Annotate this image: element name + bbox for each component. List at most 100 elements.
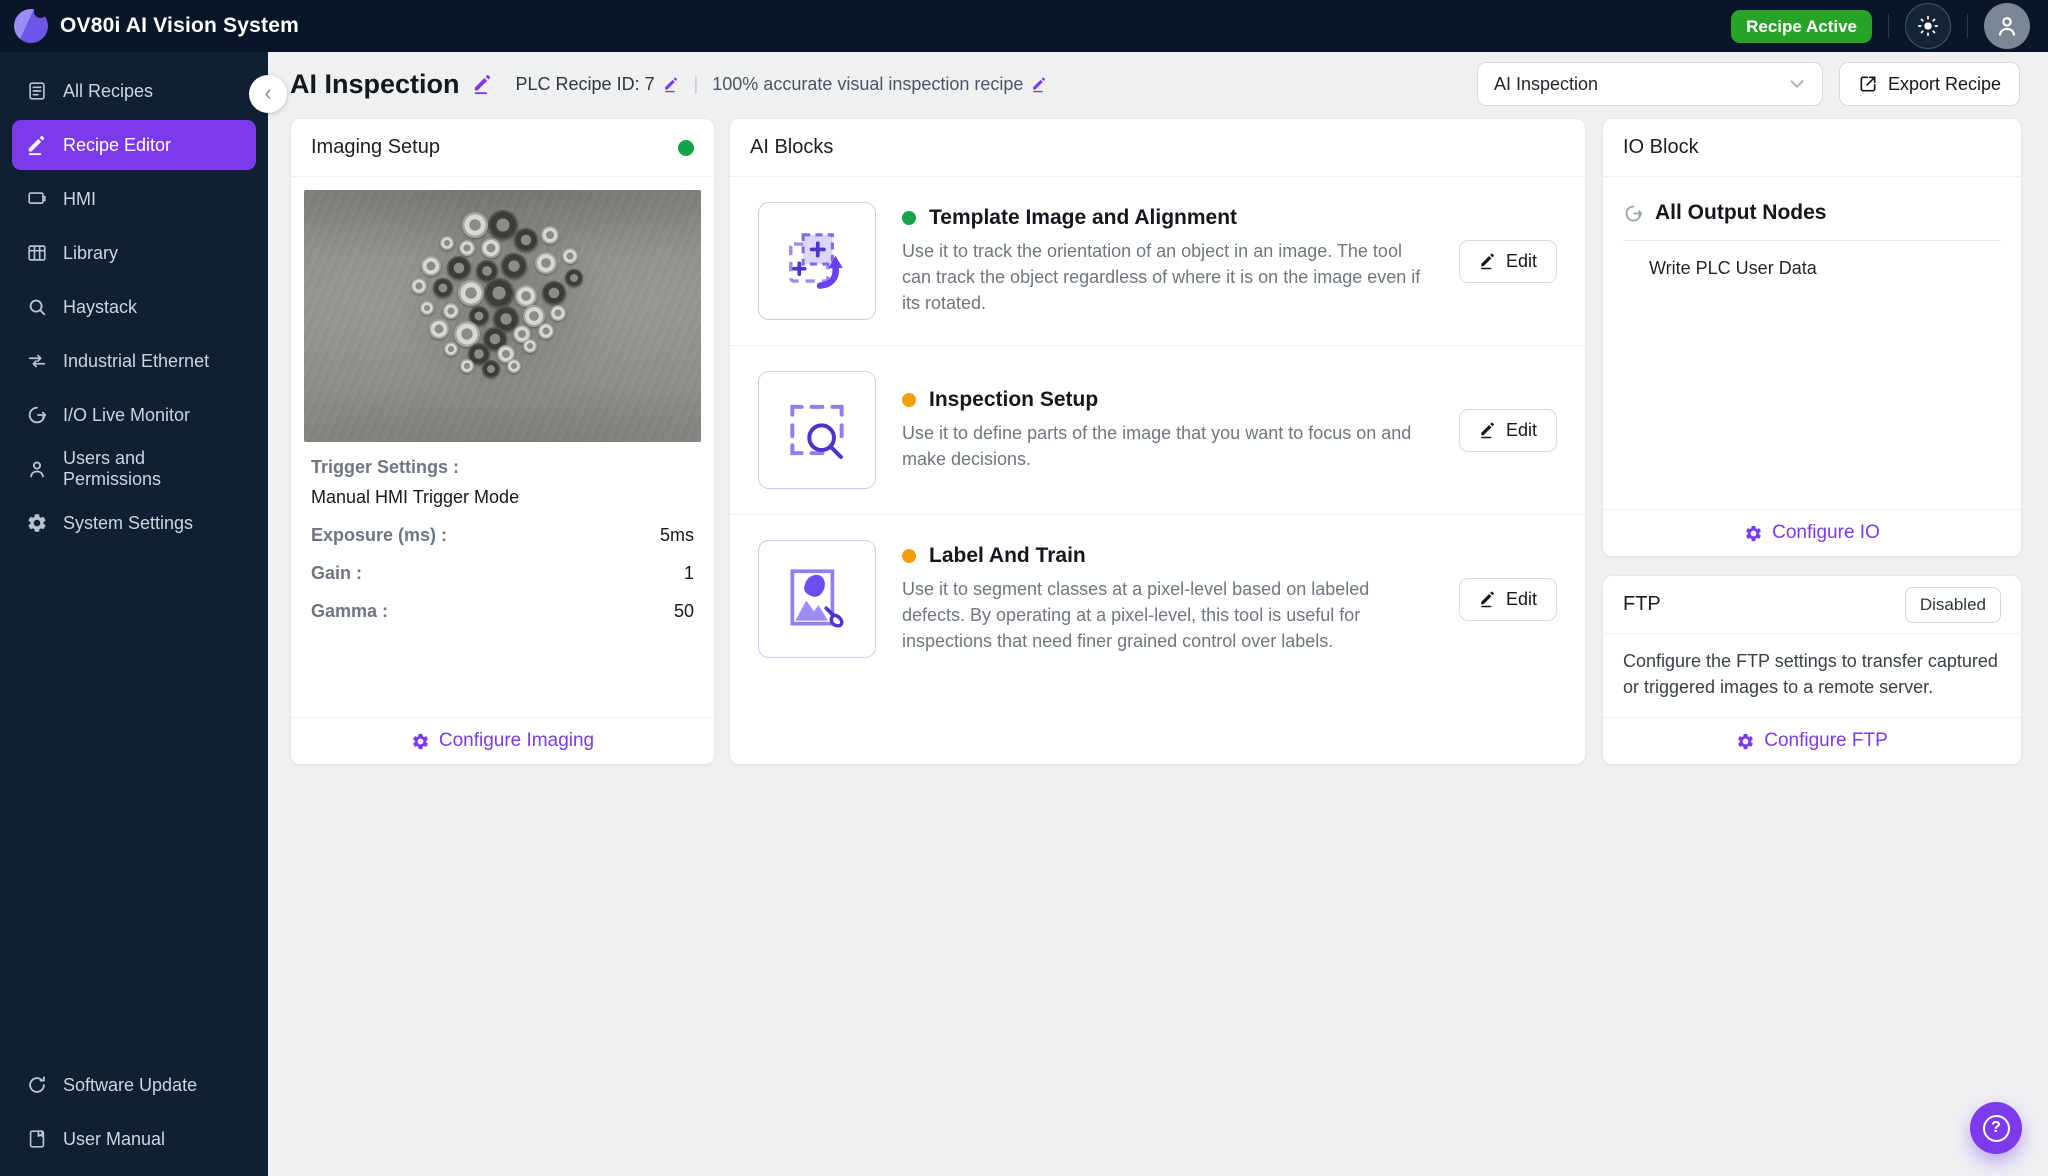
export-recipe-button[interactable]: Export Recipe: [1838, 62, 2020, 106]
metal-ring: [515, 284, 538, 307]
io-card-footer: Configure IO: [1603, 509, 2021, 556]
exposure-value: 5ms: [659, 525, 694, 545]
metal-ring: [480, 237, 501, 258]
sidebar-item-haystack[interactable]: Haystack: [12, 282, 256, 332]
io-card-header: IO Block: [1603, 119, 2021, 177]
block-status-dot: [902, 210, 916, 225]
sidebar-item-label: Haystack: [63, 296, 138, 317]
sidebar-item-label: Library: [63, 242, 119, 263]
edit-template-alignment-button[interactable]: Edit: [1458, 239, 1557, 283]
imaging-card-header: Imaging Setup: [291, 119, 714, 177]
recipe-select[interactable]: AI Inspection: [1476, 62, 1823, 106]
edit-plc-id-button[interactable]: [663, 76, 680, 93]
block-status-dot: [902, 548, 916, 563]
sidebar-item-industrial-ethernet[interactable]: Industrial Ethernet: [12, 336, 256, 386]
metal-ring: [459, 359, 474, 374]
all-output-nodes-title: All Output Nodes: [1655, 201, 1827, 224]
configure-imaging-button[interactable]: Configure Imaging: [411, 730, 594, 752]
metal-ring: [443, 341, 458, 356]
block-title-row: Template Image and Alignment: [902, 206, 1433, 230]
template-alignment-icon: [758, 202, 876, 320]
edit-inspection-setup-button[interactable]: Edit: [1458, 408, 1557, 452]
block-title: Label And Train: [929, 543, 1086, 567]
export-recipe-label: Export Recipe: [1887, 73, 2001, 94]
metal-ring: [538, 323, 555, 340]
block-description: Use it to track the orientation of an ob…: [902, 240, 1421, 314]
metal-ring: [541, 226, 560, 245]
gamma-value: 50: [673, 601, 694, 621]
pencil-icon: [1479, 421, 1497, 439]
sidebar-item-io-live-monitor[interactable]: I/O Live Monitor: [12, 390, 256, 440]
sidebar-item-all-recipes[interactable]: All Recipes: [12, 66, 256, 116]
gear-icon: [1744, 524, 1763, 543]
grid-icon: [26, 242, 48, 264]
user-avatar[interactable]: [1984, 3, 2030, 49]
ftp-status-badge: Disabled: [1904, 586, 2001, 623]
sidebar-item-system-settings[interactable]: System Settings: [12, 498, 256, 548]
output-nodes-icon: [1623, 203, 1644, 224]
all-output-nodes-group: All Output Nodes: [1623, 201, 2001, 225]
configure-ftp-label: Configure FTP: [1764, 730, 1888, 751]
edit-label-and-train-button[interactable]: Edit: [1458, 577, 1557, 621]
sidebar-item-software-update[interactable]: Software Update: [12, 1060, 256, 1110]
app-title: OV80i AI Vision System: [60, 14, 299, 37]
sidebar-collapse-button[interactable]: ‹: [249, 75, 287, 113]
sidebar-item-label: I/O Live Monitor: [63, 404, 191, 425]
block-text: Template Image and Alignment Use it to t…: [902, 206, 1433, 316]
sidebar-item-library[interactable]: Library: [12, 228, 256, 278]
help-button[interactable]: ?: [1970, 1102, 2022, 1154]
block-title-row: Inspection Setup: [902, 388, 1433, 412]
pencil-icon: [663, 76, 680, 93]
question-icon: ?: [1982, 1114, 2010, 1142]
app-root: OV80i AI Vision System Recipe Active All…: [0, 0, 2048, 1176]
metal-ring: [461, 212, 488, 239]
ftp-description: Configure the FTP settings to transfer c…: [1623, 651, 1998, 698]
gain-row: Gain : 1: [311, 563, 694, 584]
chevron-down-icon: [1786, 73, 1808, 95]
search-icon: [26, 296, 48, 318]
export-icon: [1858, 74, 1878, 94]
recipe-select-value: AI Inspection: [1493, 73, 1598, 94]
metal-ring: [411, 277, 428, 294]
sidebar-item-hmi[interactable]: HMI: [12, 174, 256, 224]
edit-button-label: Edit: [1505, 419, 1537, 440]
sidebar: All Recipes Recipe Editor HMI Library Ha…: [0, 52, 268, 1176]
gain-value: 1: [683, 563, 694, 583]
io-card-title: IO Block: [1623, 136, 1699, 158]
sidebar-item-users-permissions[interactable]: Users and Permissions: [12, 444, 256, 494]
recipe-subtitle: 100% accurate visual inspection recipe: [712, 73, 1024, 94]
topbar-right: Recipe Active: [1731, 3, 2030, 49]
trigger-settings-label: Trigger Settings :: [311, 457, 460, 477]
io-card-body: All Output Nodes Write PLC User Data: [1603, 177, 2021, 279]
io-divider: [1623, 240, 2001, 241]
gear-icon: [1736, 732, 1755, 751]
metal-ring: [481, 359, 500, 378]
edit-subtitle-button[interactable]: [1031, 76, 1048, 93]
monitor-icon: [26, 188, 48, 210]
pencil-icon: [1031, 76, 1048, 93]
metal-ring: [439, 235, 454, 250]
theme-toggle-button[interactable]: [1905, 3, 1951, 49]
block-status-dot: [902, 392, 916, 407]
ai-blocks-card-header: AI Blocks: [730, 119, 1585, 177]
sidebar-item-label: Software Update: [63, 1074, 198, 1095]
edit-title-button[interactable]: [472, 73, 494, 95]
inspection-setup-icon: [758, 371, 876, 489]
configure-ftp-button[interactable]: Configure FTP: [1736, 730, 1888, 752]
page-header: AI Inspection PLC Recipe ID: 7 | 100% ac…: [268, 52, 2048, 116]
sidebar-item-user-manual[interactable]: User Manual: [12, 1114, 256, 1164]
pencil-icon: [472, 73, 494, 95]
ai-blocks-card-title: AI Blocks: [750, 136, 834, 158]
gear-icon: [411, 732, 430, 751]
label-and-train-icon: [758, 540, 876, 658]
metal-ring: [432, 278, 453, 299]
block-title: Inspection Setup: [929, 387, 1099, 411]
io-block-card: IO Block All Output Nodes Write PLC User…: [1602, 118, 2022, 557]
gamma-row: Gamma : 50: [311, 601, 694, 622]
metal-ring: [507, 359, 522, 374]
configure-io-button[interactable]: Configure IO: [1744, 522, 1880, 544]
page-title: AI Inspection: [290, 68, 460, 99]
header-divider: |: [693, 73, 699, 94]
sidebar-item-recipe-editor[interactable]: Recipe Editor: [12, 120, 256, 170]
